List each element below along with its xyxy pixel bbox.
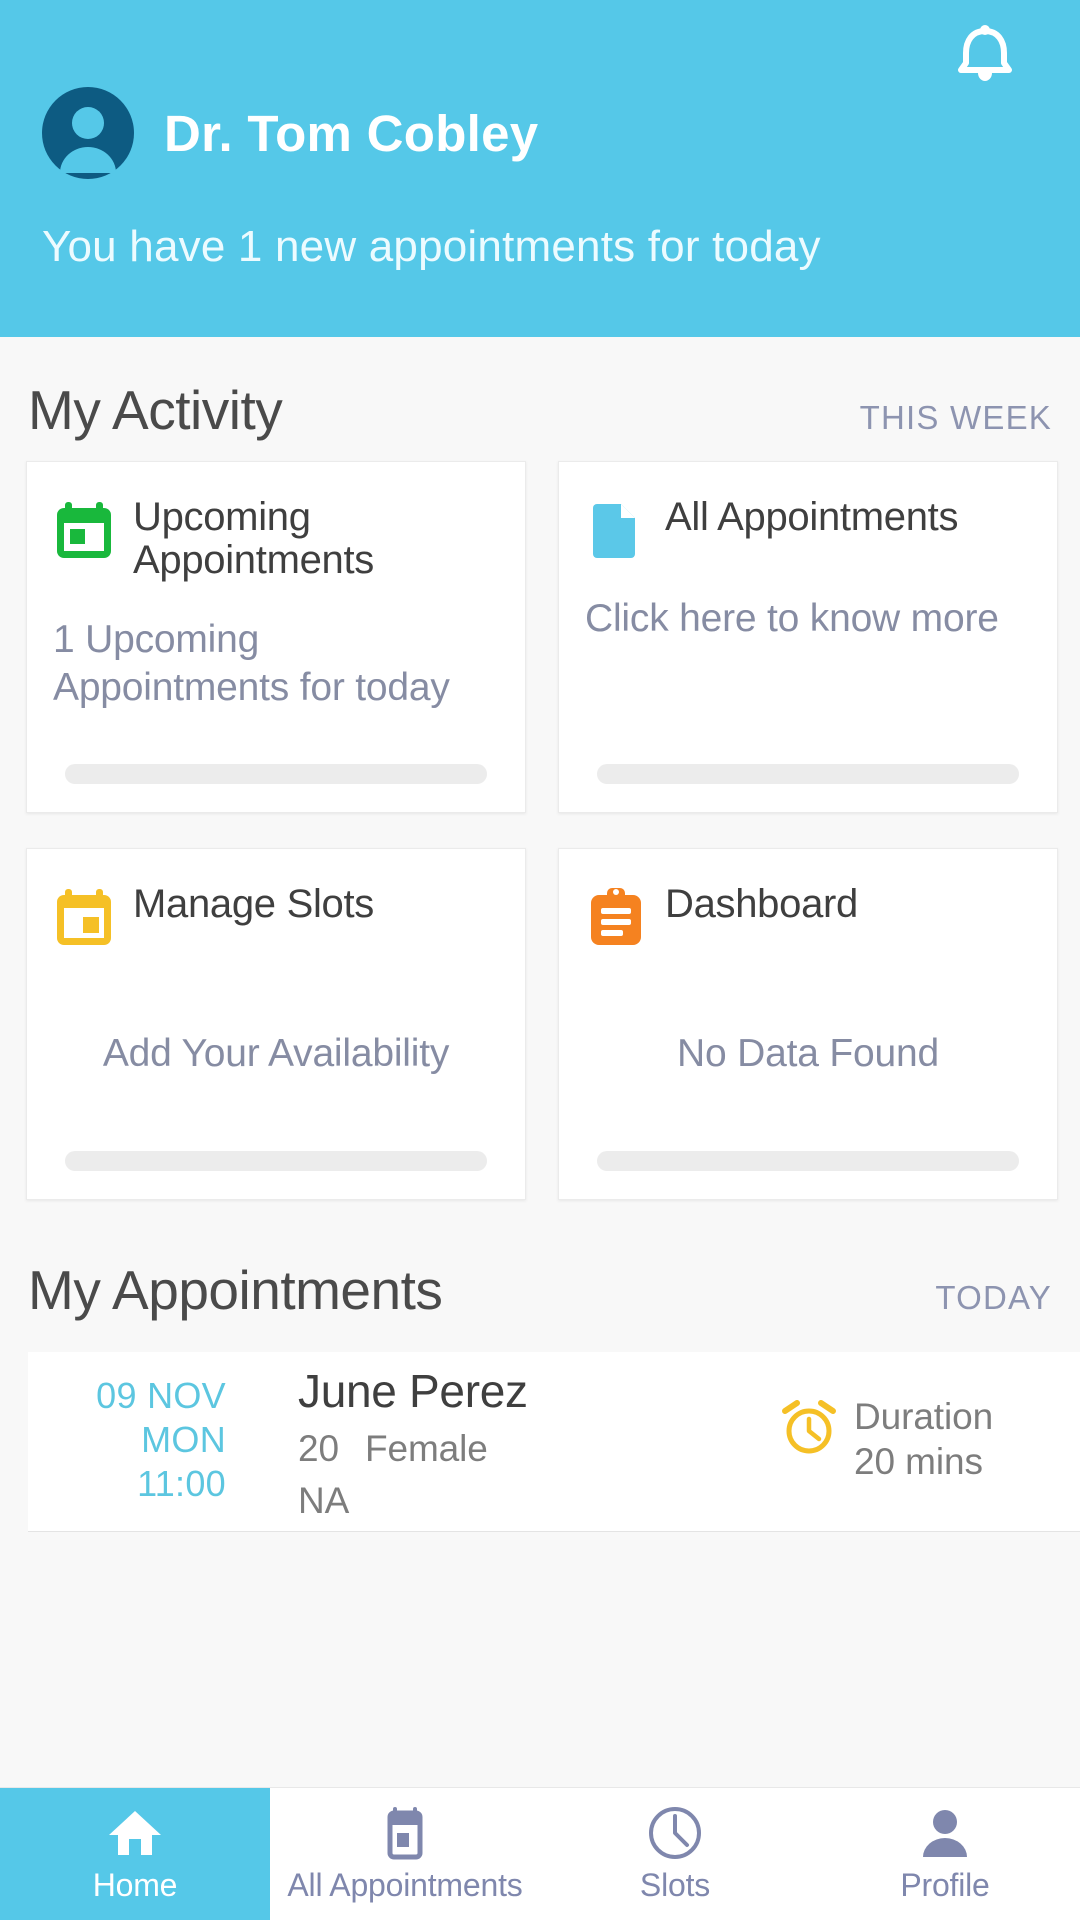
activity-section-header: My Activity THIS WEEK <box>0 378 1080 442</box>
card-body-text: 1 Upcoming Appointments for today <box>53 618 450 709</box>
user-avatar-icon <box>42 87 134 179</box>
calendar-green-icon <box>57 502 111 558</box>
home-icon <box>109 1810 161 1855</box>
card-title: Manage Slots <box>133 882 374 926</box>
nav-label: Slots <box>639 1866 711 1903</box>
nav-label: Home <box>92 1866 178 1903</box>
card-title: All Appointments <box>665 495 959 539</box>
patient-name: June Perez <box>298 1365 528 1417</box>
person-icon <box>923 1809 967 1857</box>
doctor-name: Dr. Tom Cobley <box>164 104 539 162</box>
nav-item-all-appointments[interactable]: All Appointments <box>270 1788 540 1920</box>
card-progress-bar <box>65 764 487 784</box>
bell-icon <box>958 25 1012 81</box>
card-manage-slots[interactable]: Manage Slots Add Your Availability <box>26 848 526 1200</box>
nav-label: Profile <box>900 1866 990 1903</box>
notification-button[interactable] <box>948 18 1022 92</box>
card-header: Manage Slots <box>53 882 499 948</box>
calendar-yellow-icon <box>57 889 111 945</box>
nav-item-slots[interactable]: Slots <box>540 1788 810 1920</box>
document-blue-icon <box>593 504 635 558</box>
nav-label: All Appointments <box>287 1866 523 1903</box>
card-all-appointments[interactable]: All Appointments Click here to know more <box>558 461 1058 813</box>
card-header: Dashboard <box>585 882 1031 948</box>
appointment-datetime: 09 NOV MON 11:00 <box>28 1352 246 1506</box>
patient-age: 20 <box>298 1428 339 1469</box>
clipboard-orange-icon <box>591 888 641 945</box>
calendar-icon <box>387 1806 423 1859</box>
card-body-text: Click here to know more <box>585 597 999 640</box>
header-profile-row: Dr. Tom Cobley <box>0 78 1080 188</box>
patient-demographics: 20 Female <box>298 1428 780 1470</box>
duration-value: 20 mins <box>854 1441 983 1483</box>
card-title: Dashboard <box>665 882 858 926</box>
nav-item-profile[interactable]: Profile <box>810 1788 1080 1920</box>
header-subtitle: You have 1 new appointments for today <box>42 222 821 271</box>
appointments-period-filter[interactable]: TODAY <box>935 1279 1052 1317</box>
card-progress-bar <box>65 1151 487 1171</box>
patient-notes: NA <box>298 1480 350 1521</box>
appointments-section-header: My Appointments TODAY <box>0 1258 1080 1322</box>
card-progress-bar <box>597 764 1019 784</box>
card-title: Upcoming Appointments <box>133 495 374 583</box>
bottom-navigation: Home All Appointments Slots Profile <box>0 1787 1080 1920</box>
card-upcoming-appointments[interactable]: Upcoming Appointments 1 Upcoming Appoint… <box>26 461 526 813</box>
activity-title: My Activity <box>28 379 283 441</box>
activity-period-filter[interactable]: THIS WEEK <box>860 399 1052 437</box>
appointment-time: 11:00 <box>137 1462 226 1504</box>
card-progress-bar <box>597 1151 1019 1171</box>
avatar[interactable] <box>40 85 136 181</box>
duration-label: Duration <box>854 1396 994 1437</box>
appointment-duration: Duration 20 mins <box>780 1352 1080 1484</box>
activity-cards-grid: Upcoming Appointments 1 Upcoming Appoint… <box>26 461 1058 1200</box>
clock-icon <box>649 1806 701 1859</box>
appointment-date: 09 NOV <box>96 1375 226 1416</box>
appointment-day: MON <box>141 1418 226 1460</box>
patient-gender: Female <box>364 1428 488 1469</box>
alarm-clock-icon <box>782 1400 836 1454</box>
card-header: Upcoming Appointments <box>53 495 499 583</box>
card-header: All Appointments <box>585 495 1031 561</box>
appointment-row[interactable]: 09 NOV MON 11:00 June Perez 20 Female NA … <box>28 1352 1080 1532</box>
nav-item-home[interactable]: Home <box>0 1788 270 1920</box>
app-header: Dr. Tom Cobley You have 1 new appointmen… <box>0 0 1080 337</box>
appointment-patient-info: June Perez 20 Female NA <box>246 1352 780 1522</box>
duration-text: Duration 20 mins <box>854 1394 993 1484</box>
card-dashboard[interactable]: Dashboard No Data Found <box>558 848 1058 1200</box>
appointments-title: My Appointments <box>28 1259 443 1321</box>
